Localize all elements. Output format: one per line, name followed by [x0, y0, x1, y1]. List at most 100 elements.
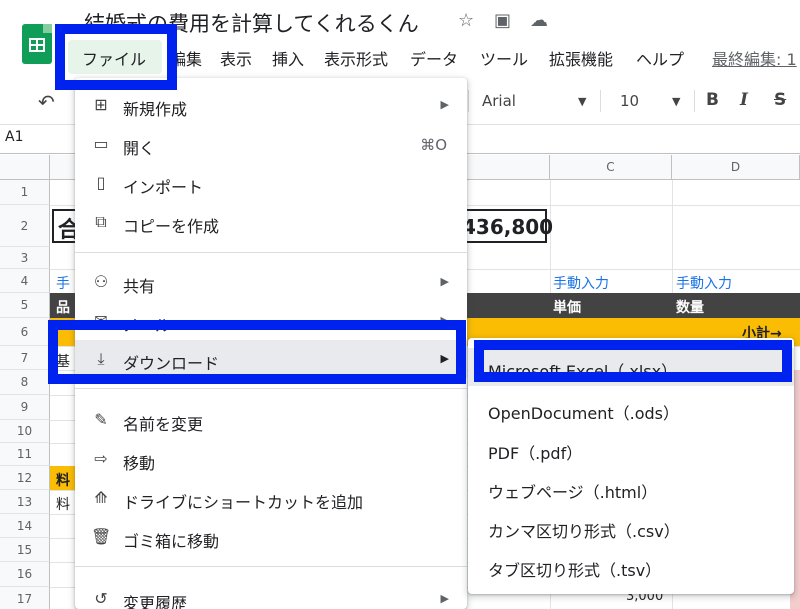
new-sheet-icon: ⊞	[94, 95, 108, 114]
row-header[interactable]: 3	[0, 247, 50, 269]
drive-shortcut-icon: ⟰	[94, 488, 108, 507]
rename-icon: ✎	[94, 410, 108, 429]
row-header[interactable]: 14	[0, 514, 50, 538]
menu-item-label: 名前を変更	[123, 415, 204, 434]
shortcut-label: ⌘O	[420, 136, 447, 154]
row-header[interactable]: 9	[0, 395, 50, 420]
row-header[interactable]: 13	[0, 490, 50, 514]
row-header[interactable]: 8	[0, 370, 50, 395]
star-icon[interactable]: ☆	[458, 10, 474, 31]
share-person-icon: ⚇	[93, 272, 109, 291]
trash-icon: 🗑	[91, 527, 112, 546]
cell-c4: 手動入力	[553, 276, 609, 292]
highlight-xlsx	[474, 340, 792, 382]
menu-divider	[75, 388, 467, 389]
row-header[interactable]: 5	[0, 293, 50, 318]
menu-item-rename[interactable]: ✎ 名前を変更	[75, 401, 467, 439]
cell-c5: 単価	[553, 300, 581, 316]
menu-item-label: カンマ区切り形式（.csv）	[488, 522, 680, 541]
total-value: 436,800	[462, 215, 554, 239]
last-edit-link[interactable]: 最終編集: 1	[712, 46, 797, 70]
history-icon: ↺	[94, 589, 108, 608]
row-header[interactable]: 1	[0, 180, 50, 205]
menu-item-open[interactable]: ▭ 開く ⌘O	[75, 125, 467, 163]
font-size-select[interactable]: 10	[620, 92, 639, 110]
menu-item-label: 開く	[123, 139, 156, 158]
cell-a12: 料	[56, 473, 70, 489]
menu-item-add-shortcut[interactable]: ⟰ ドライブにショートカットを追加	[75, 479, 467, 517]
row-header[interactable]: 6	[0, 318, 50, 346]
row-header[interactable]: 17	[0, 587, 50, 609]
menu-insert[interactable]: 挿入	[272, 46, 304, 70]
menu-item-share[interactable]: ⚇ 共有 ▶	[75, 263, 467, 301]
font-select[interactable]: Arial	[482, 92, 516, 110]
cell-d5: 数量	[676, 300, 704, 316]
sheets-logo-icon[interactable]	[22, 24, 52, 64]
row-header[interactable]: 10	[0, 420, 50, 443]
download-tsv[interactable]: タブ区切り形式（.tsv）	[468, 547, 794, 585]
menu-item-label: ドライブにショートカットを追加	[123, 493, 364, 512]
row-header[interactable]: 2	[0, 205, 50, 247]
menu-item-label: インポート	[123, 178, 204, 197]
file-icon: ▯	[96, 173, 106, 192]
submenu-arrow-icon: ▶	[440, 275, 449, 288]
column-header-d[interactable]: D	[672, 155, 800, 180]
menu-item-label: 移動	[123, 454, 156, 473]
row-header[interactable]: 15	[0, 538, 50, 562]
move-folder-icon: ⇨	[94, 449, 108, 468]
highlight-download	[48, 320, 466, 384]
menu-view[interactable]: 表示	[220, 46, 252, 70]
row-header[interactable]: 7	[0, 346, 50, 370]
cell-reference[interactable]: A1	[5, 129, 23, 145]
menu-item-label: タブ区切り形式（.tsv）	[488, 561, 662, 580]
menu-extensions[interactable]: 拡張機能	[549, 46, 613, 70]
highlight-file-menu	[55, 24, 177, 90]
menu-item-trash[interactable]: 🗑 ゴミ箱に移動	[75, 518, 467, 556]
select-all-corner[interactable]	[0, 155, 50, 180]
menu-item-label: ゴミ箱に移動	[123, 532, 220, 551]
menu-divider	[75, 252, 467, 253]
menu-item-make-copy[interactable]: ⧉ コピーを作成	[75, 203, 467, 241]
font-size-dropdown-icon[interactable]: ▼	[672, 95, 680, 108]
menu-item-label: 新規作成	[123, 100, 188, 119]
menu-data[interactable]: データ	[410, 46, 458, 70]
menu-divider	[75, 566, 467, 567]
cell-a4: 手	[56, 276, 70, 292]
menu-item-label: コピーを作成	[123, 217, 220, 236]
column-header-c[interactable]: C	[550, 155, 672, 180]
menu-item-label: ウェブページ（.html）	[488, 483, 658, 502]
strikethrough-button[interactable]: S	[774, 90, 786, 110]
row-header[interactable]: 16	[0, 562, 50, 587]
submenu-arrow-icon: ▶	[440, 98, 449, 111]
font-dropdown-icon[interactable]: ▼	[578, 95, 586, 108]
submenu-arrow-icon: ▶	[440, 592, 449, 605]
row-header[interactable]: 11	[0, 443, 50, 466]
menu-item-label: 変更履歴	[123, 594, 188, 609]
menu-help[interactable]: ヘルプ	[636, 46, 684, 70]
italic-button[interactable]: I	[740, 90, 748, 110]
menu-item-label: OpenDocument（.ods）	[488, 404, 679, 423]
menu-tools[interactable]: ツール	[480, 46, 528, 70]
menu-item-label: PDF（.pdf）	[488, 444, 583, 463]
menu-item-import[interactable]: ▯ インポート	[75, 164, 467, 202]
download-html[interactable]: ウェブページ（.html）	[468, 469, 794, 507]
folder-icon: ▭	[93, 134, 109, 153]
menu-item-version-history[interactable]: ↺ 変更履歴 ▶	[75, 580, 467, 609]
move-to-folder-icon[interactable]: ▣	[494, 10, 511, 31]
undo-icon[interactable]: ↶	[38, 90, 55, 114]
bold-button[interactable]: B	[706, 90, 719, 110]
menu-item-move[interactable]: ⇨ 移動	[75, 440, 467, 478]
row-header[interactable]: 12	[0, 466, 50, 490]
download-ods[interactable]: OpenDocument（.ods）	[468, 390, 794, 428]
menu-item-label: 共有	[123, 277, 156, 296]
cell-d4: 手動入力	[676, 276, 732, 292]
row-header[interactable]: 4	[0, 269, 50, 293]
cell-a5: 品	[56, 300, 70, 316]
download-pdf[interactable]: PDF（.pdf）	[468, 430, 794, 468]
cell-a13: 料	[56, 497, 70, 513]
copy-icon: ⧉	[95, 212, 107, 231]
cloud-status-icon[interactable]: ☁	[530, 10, 548, 31]
download-csv[interactable]: カンマ区切り形式（.csv）	[468, 508, 794, 546]
menu-format[interactable]: 表示形式	[324, 46, 388, 70]
menu-item-new[interactable]: ⊞ 新規作成 ▶	[75, 86, 467, 124]
